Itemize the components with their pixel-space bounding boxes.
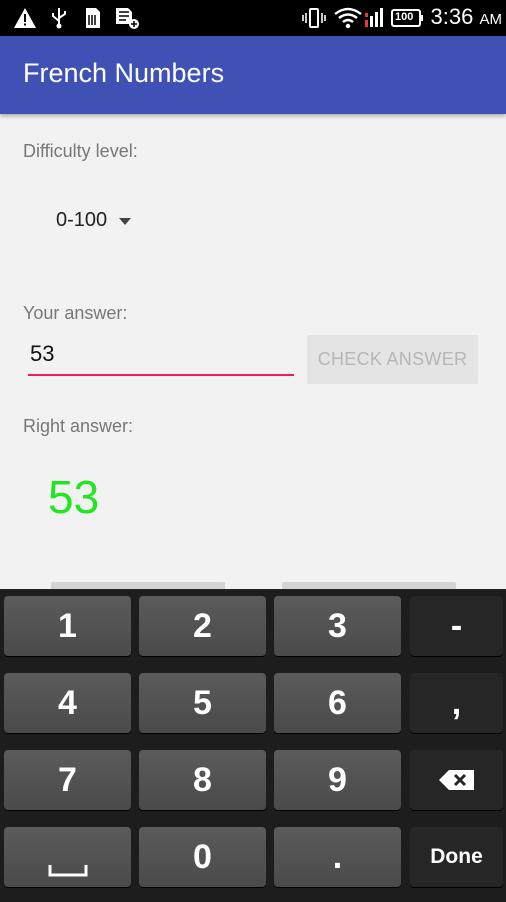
key-3[interactable]: 3 [274,596,401,656]
key-comma[interactable]: , [410,673,503,733]
warning-icon [13,6,37,30]
ampm-text: AM [479,11,503,28]
key-1[interactable]: 1 [4,596,131,656]
space-key[interactable] [4,827,131,887]
right-answer-value: 53 [48,471,100,523]
wifi-icon [334,6,362,30]
vibrate-icon [302,6,326,30]
answer-input[interactable] [28,336,294,376]
key-7[interactable]: 7 [4,750,131,810]
usb-icon [50,6,68,30]
dropdown-arrow-icon [119,217,132,225]
backspace-key[interactable] [410,750,503,810]
key-8[interactable]: 8 [139,750,266,810]
sim-card-icon [84,6,102,30]
key-2[interactable]: 2 [139,596,266,656]
space-icon [48,865,87,877]
battery-icon: 100 [391,6,425,30]
difficulty-spinner[interactable]: 0-100 [40,196,160,244]
time-text: 3:36 [430,4,474,29]
battery-level-text: 100 [395,11,414,23]
your-answer-label: Your answer: [23,303,128,323]
status-time: 3:36 AM [431,4,502,30]
backspace-icon [438,770,474,790]
key-4[interactable]: 4 [4,673,131,733]
key-6[interactable]: 6 [274,673,401,733]
done-key[interactable]: Done [410,827,503,887]
difficulty-value: 0-100 [56,208,108,231]
signal-icon [363,6,387,30]
check-answer-button[interactable]: CHECK ANSWER [307,335,478,384]
numeric-keyboard: 1 2 3 - 4 5 6 , 7 8 9 0 . Done [0,589,506,902]
key-period[interactable]: . [274,827,401,887]
app-bar: French Numbers [0,36,506,114]
key-0[interactable]: 0 [139,827,266,887]
difficulty-label: Difficulty level: [23,141,138,161]
status-bar: 100 3:36 AM [0,0,506,36]
key-9[interactable]: 9 [274,750,401,810]
key-5[interactable]: 5 [139,673,266,733]
sd-card-icon [114,6,140,30]
right-answer-label: Right answer: [23,416,134,436]
app-title: French Numbers [23,58,225,88]
key-minus[interactable]: - [410,596,503,656]
